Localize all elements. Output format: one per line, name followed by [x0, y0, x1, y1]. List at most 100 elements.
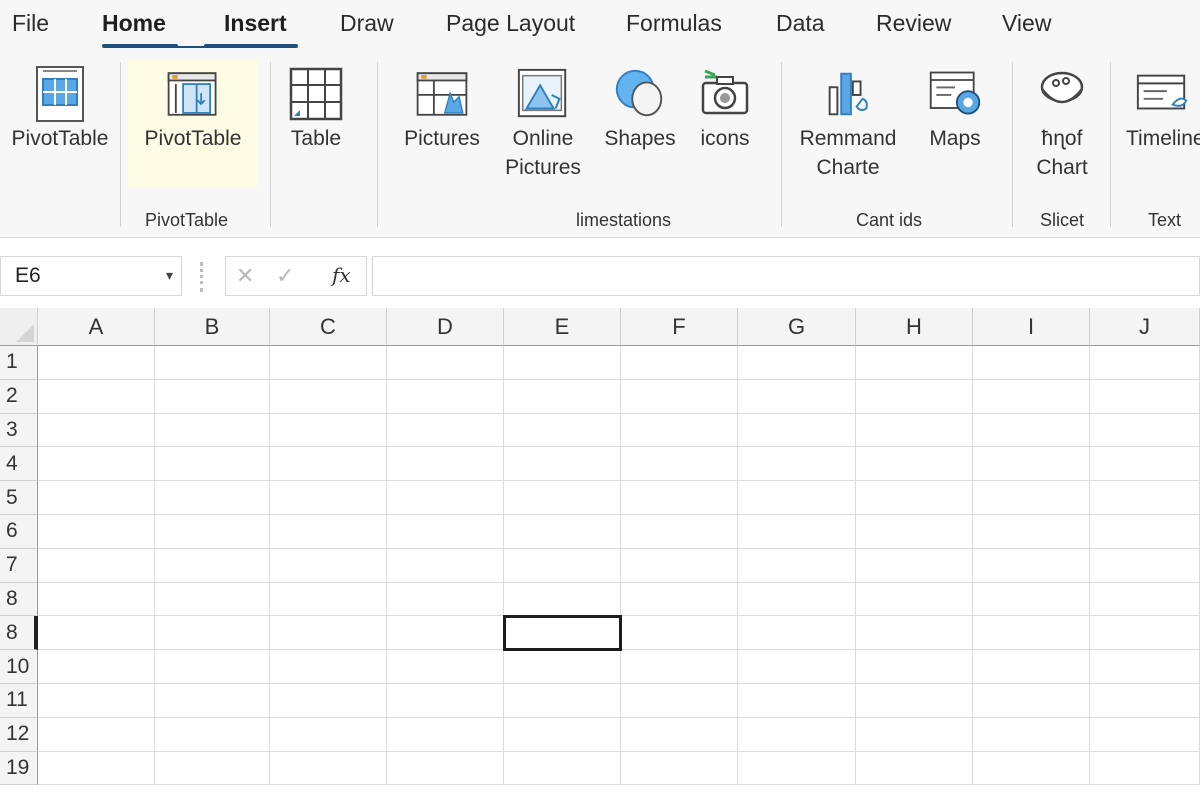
- cell[interactable]: [621, 684, 738, 718]
- cell[interactable]: [387, 481, 504, 515]
- row-header[interactable]: 1: [0, 346, 38, 380]
- cell[interactable]: [504, 582, 621, 617]
- column-header-e[interactable]: E: [504, 308, 621, 346]
- cell[interactable]: [270, 616, 387, 651]
- column-header-g[interactable]: G: [738, 308, 856, 346]
- cell[interactable]: [270, 751, 387, 786]
- cell[interactable]: [856, 751, 973, 786]
- tab-insert[interactable]: Insert: [224, 10, 287, 37]
- cell[interactable]: [155, 751, 270, 786]
- cell[interactable]: [856, 447, 973, 482]
- cell[interactable]: [738, 616, 856, 651]
- cell[interactable]: [738, 751, 856, 786]
- cell[interactable]: [973, 717, 1090, 752]
- cell[interactable]: [856, 582, 973, 617]
- cell[interactable]: [621, 548, 738, 583]
- cell[interactable]: [621, 346, 738, 380]
- cell[interactable]: [387, 548, 504, 583]
- row-header[interactable]: 19: [0, 751, 38, 786]
- cell[interactable]: [856, 379, 973, 414]
- table-button[interactable]: Table: [280, 64, 352, 153]
- cell[interactable]: [1090, 548, 1200, 583]
- enter-icon[interactable]: ✓: [276, 263, 294, 289]
- cell[interactable]: [155, 515, 270, 549]
- cell[interactable]: [38, 481, 155, 515]
- active-cell[interactable]: [503, 615, 622, 652]
- cell[interactable]: [738, 413, 856, 448]
- cell[interactable]: [270, 717, 387, 752]
- cell[interactable]: [155, 379, 270, 414]
- row-header[interactable]: 6: [0, 515, 38, 549]
- cell[interactable]: [621, 379, 738, 414]
- tab-file[interactable]: File: [12, 10, 49, 37]
- cell[interactable]: [621, 717, 738, 752]
- cell[interactable]: [155, 650, 270, 684]
- cell[interactable]: [856, 346, 973, 380]
- cell[interactable]: [155, 346, 270, 380]
- cell[interactable]: [155, 684, 270, 718]
- cell[interactable]: [387, 413, 504, 448]
- cell[interactable]: [738, 548, 856, 583]
- name-box[interactable]: E6 ▾: [0, 256, 182, 296]
- cell[interactable]: [387, 379, 504, 414]
- icons-button[interactable]: icons: [688, 64, 762, 153]
- cell[interactable]: [973, 650, 1090, 684]
- cell[interactable]: [973, 515, 1090, 549]
- cell[interactable]: [621, 515, 738, 549]
- cell[interactable]: [504, 447, 621, 482]
- cell[interactable]: [38, 717, 155, 752]
- cell[interactable]: [38, 616, 155, 651]
- cell[interactable]: [973, 346, 1090, 380]
- cell[interactable]: [856, 548, 973, 583]
- cell[interactable]: [155, 548, 270, 583]
- formula-input[interactable]: [372, 256, 1200, 296]
- tab-home[interactable]: Home: [102, 10, 166, 37]
- row-header[interactable]: 11: [0, 684, 38, 718]
- cell[interactable]: [738, 684, 856, 718]
- cell[interactable]: [1090, 684, 1200, 718]
- cell[interactable]: [387, 346, 504, 380]
- cell[interactable]: [973, 481, 1090, 515]
- cell[interactable]: [504, 717, 621, 752]
- cell[interactable]: [856, 684, 973, 718]
- cell[interactable]: [155, 413, 270, 448]
- shapes-button[interactable]: Shapes: [598, 64, 682, 153]
- cell[interactable]: [504, 413, 621, 448]
- cell[interactable]: [387, 582, 504, 617]
- row-header[interactable]: 2: [0, 379, 38, 414]
- cell[interactable]: [1090, 650, 1200, 684]
- cell[interactable]: [738, 582, 856, 617]
- row-header[interactable]: 8: [0, 582, 38, 617]
- cell[interactable]: [973, 548, 1090, 583]
- cell[interactable]: [155, 616, 270, 651]
- cell[interactable]: [38, 548, 155, 583]
- cell[interactable]: [973, 447, 1090, 482]
- tab-formulas[interactable]: Formulas: [626, 10, 722, 37]
- column-header-c[interactable]: C: [270, 308, 387, 346]
- cell[interactable]: [1090, 717, 1200, 752]
- cell[interactable]: [270, 650, 387, 684]
- cell[interactable]: [38, 379, 155, 414]
- cell[interactable]: [38, 684, 155, 718]
- cell[interactable]: [387, 447, 504, 482]
- cell[interactable]: [155, 717, 270, 752]
- cell[interactable]: [270, 515, 387, 549]
- cell[interactable]: [1090, 346, 1200, 380]
- pivottable-button[interactable]: PivotTable: [6, 64, 114, 153]
- tab-data[interactable]: Data: [776, 10, 825, 37]
- cell[interactable]: [155, 481, 270, 515]
- cell[interactable]: [1090, 616, 1200, 651]
- row-header[interactable]: 3: [0, 413, 38, 448]
- cell[interactable]: [621, 447, 738, 482]
- cell[interactable]: [504, 346, 621, 380]
- formula-bar-grip[interactable]: [200, 262, 203, 292]
- cell[interactable]: [1090, 379, 1200, 414]
- cell[interactable]: [621, 751, 738, 786]
- cell[interactable]: [38, 346, 155, 380]
- cell[interactable]: [973, 616, 1090, 651]
- cell[interactable]: [1090, 447, 1200, 482]
- insert-function-icon[interactable]: fx: [332, 263, 351, 287]
- cell[interactable]: [1090, 582, 1200, 617]
- cell[interactable]: [856, 481, 973, 515]
- tab-page-layout[interactable]: Page Layout: [446, 10, 575, 37]
